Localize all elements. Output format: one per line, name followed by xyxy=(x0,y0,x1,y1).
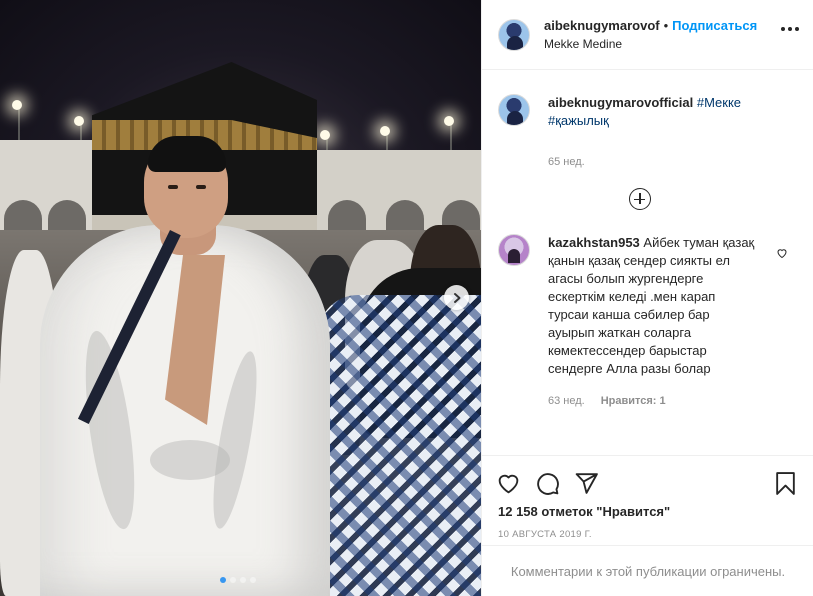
comments-restricted-notice: Комментарии к этой публикации ограничены… xyxy=(482,545,813,596)
action-bar xyxy=(482,456,813,500)
like-heart-icon[interactable] xyxy=(496,471,521,496)
hashtag-link[interactable]: #қажылық xyxy=(548,113,609,128)
post-side-panel: aibeknugymarovof • Подписаться Mekke Med… xyxy=(481,0,813,596)
caption-username[interactable]: aibeknugymarovofficial xyxy=(548,95,693,110)
carousel-dot xyxy=(250,577,256,583)
share-paper-plane-icon[interactable] xyxy=(574,471,599,496)
commenter-avatar[interactable] xyxy=(498,234,530,266)
bookmark-icon[interactable] xyxy=(773,471,798,496)
floodlight xyxy=(380,126,390,136)
comment-item: kazakhstan953 Айбек туман қазақ қанын қа… xyxy=(482,210,813,410)
carousel-dot xyxy=(230,577,236,583)
floodlight xyxy=(320,130,330,140)
caption-timestamp[interactable]: 65 нед. xyxy=(548,156,813,168)
post-actions-section: 12 158 отметок "Нравится" 10 августа 201… xyxy=(482,455,813,540)
post-header: aibeknugymarovof • Подписаться Mekke Med… xyxy=(482,0,813,70)
carousel-indicator xyxy=(220,577,256,583)
floodlight xyxy=(12,100,22,110)
carousel-dot xyxy=(240,577,246,583)
location-link[interactable]: Mekke Medine xyxy=(544,37,757,51)
comment-timestamp[interactable]: 63 нед. xyxy=(548,392,585,410)
comment-likes[interactable]: Нравится: 1 xyxy=(601,392,666,410)
comment-bubble-icon[interactable] xyxy=(535,471,560,496)
post-caption: aibeknugymarovofficial #Мекке #қажылық xyxy=(482,70,813,130)
patterned-shawl xyxy=(318,295,481,596)
chevron-right-icon xyxy=(453,292,460,303)
comment-like-heart-icon[interactable] xyxy=(776,246,788,264)
commenter-username[interactable]: kazakhstan953 xyxy=(548,235,640,250)
hashtag-link[interactable]: #Мекке xyxy=(697,95,741,110)
carousel-next-button[interactable] xyxy=(444,285,469,310)
load-more-comments-icon[interactable] xyxy=(628,188,651,210)
floodlight xyxy=(444,116,454,126)
post-photo[interactable] xyxy=(0,0,481,596)
post-date[interactable]: 10 августа 2019 г. xyxy=(482,519,813,540)
carousel-dot xyxy=(220,577,226,583)
caption-avatar[interactable] xyxy=(498,94,530,126)
comment-text: Айбек туман қазақ қанын қазақ сендер сия… xyxy=(548,235,755,376)
author-avatar[interactable] xyxy=(498,18,530,51)
floodlight xyxy=(74,116,84,126)
more-options-icon[interactable] xyxy=(781,27,799,31)
separator-dot: • xyxy=(663,18,669,33)
follow-button[interactable]: Подписаться xyxy=(672,18,757,33)
likes-count[interactable]: 12 158 отметок "Нравится" xyxy=(482,500,813,519)
author-username[interactable]: aibeknugymarovof xyxy=(544,18,660,33)
